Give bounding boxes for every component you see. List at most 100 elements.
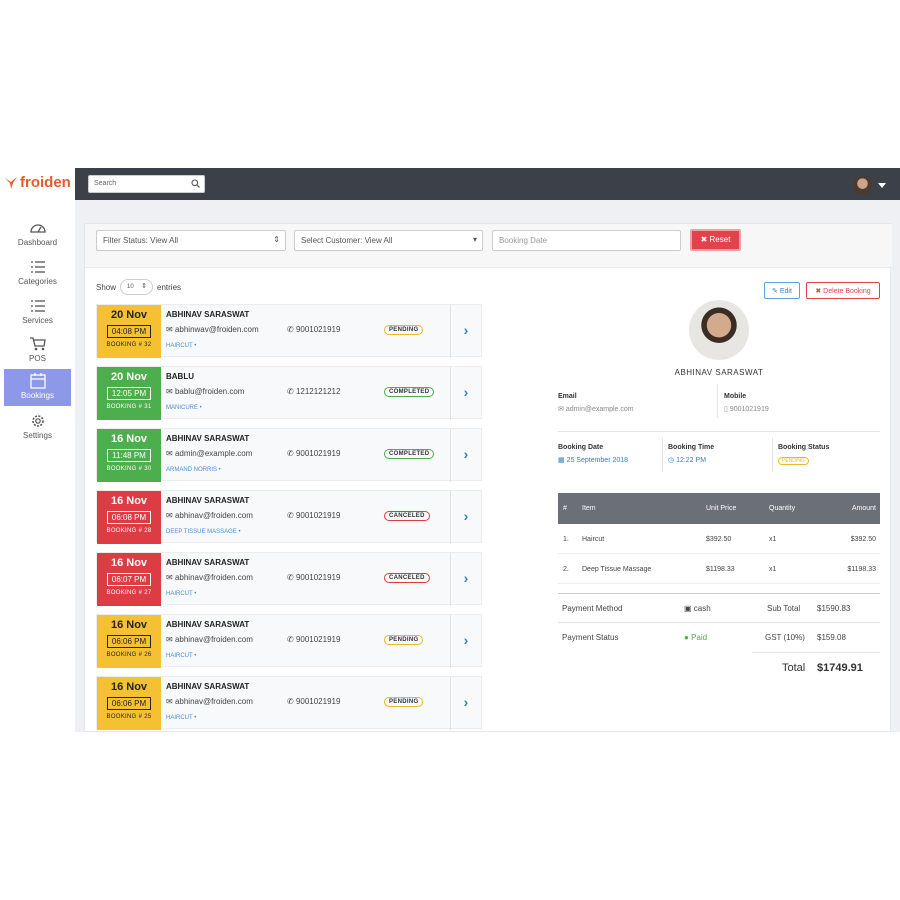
chevron-right-icon[interactable]: › bbox=[450, 553, 481, 606]
divider bbox=[662, 438, 663, 472]
divider bbox=[717, 384, 718, 418]
service-tag[interactable]: ARMAND NORRIS • bbox=[166, 467, 221, 473]
customer-filter-select[interactable]: Select Customer: View All ▾ bbox=[294, 230, 483, 251]
entries-select[interactable]: 10 ⇕ bbox=[120, 279, 154, 295]
cash-icon: ▣ bbox=[684, 604, 694, 613]
mobile-value: ▯ 9001021919 bbox=[724, 405, 769, 413]
row-qty: x1 bbox=[769, 536, 777, 543]
payment-status-value: ● Paid bbox=[684, 633, 707, 642]
table-row: 1. Haircut $392.50 x1 $392.50 bbox=[558, 524, 880, 554]
divider bbox=[772, 438, 773, 472]
email-value: ✉ admin@example.com bbox=[558, 405, 634, 413]
customer-phone: ✆ 9001021919 bbox=[287, 325, 340, 334]
search-input[interactable]: Search bbox=[88, 175, 205, 193]
envelope-icon: ✉ bbox=[558, 406, 566, 413]
booking-status-label: Booking Status bbox=[778, 444, 830, 451]
payment-method-value: ▣ cash bbox=[684, 604, 711, 613]
status-filter-select[interactable]: Filter Status: View All ⇕ bbox=[96, 230, 286, 251]
customer-name: ABHINAV SARASWAT bbox=[166, 558, 250, 567]
user-avatar[interactable] bbox=[853, 176, 872, 195]
customer-name: BABLU bbox=[166, 372, 194, 381]
row-number: 2. bbox=[563, 566, 569, 573]
email-text: admin@example.com bbox=[565, 406, 634, 413]
sidebar-item-pos[interactable]: POS bbox=[4, 332, 71, 369]
booking-date-input[interactable]: Booking Date bbox=[492, 230, 681, 251]
col-number: # bbox=[563, 505, 567, 512]
row-item: Deep Tissue Massage bbox=[582, 566, 652, 573]
customer-phone: ✆ 9001021919 bbox=[287, 511, 340, 520]
divider bbox=[558, 431, 880, 432]
service-tag[interactable]: MANICURE • bbox=[166, 405, 202, 411]
row-price: $392.50 bbox=[706, 536, 732, 543]
phone-icon: ✆ bbox=[287, 697, 296, 706]
chevron-right-icon[interactable]: › bbox=[450, 429, 481, 482]
close-icon: ✖ bbox=[700, 235, 708, 244]
service-tag[interactable]: HAIRCUT • bbox=[166, 653, 196, 659]
booking-card[interactable]: 20 Nov 12:05 PM BOOKING # 31 BABLU ✉ bablu@f… bbox=[96, 366, 482, 420]
topbar: Search bbox=[75, 168, 900, 200]
service-tag[interactable]: DEEP TISSUE MASSAGE • bbox=[166, 529, 241, 535]
phone-icon: ✆ bbox=[287, 573, 296, 582]
booking-number: BOOKING # 26 bbox=[106, 652, 152, 658]
sidebar-item-label: Settings bbox=[23, 431, 52, 440]
service-tag[interactable]: HAIRCUT • bbox=[166, 343, 196, 349]
booking-number: BOOKING # 28 bbox=[106, 528, 152, 534]
chevron-right-icon[interactable]: › bbox=[450, 367, 481, 420]
booking-time: 04:08 PM bbox=[106, 325, 152, 338]
filter-bar: Filter Status: View All ⇕ Select Custome… bbox=[85, 224, 892, 268]
service-tag[interactable]: HAIRCUT • bbox=[166, 591, 196, 597]
sidebar-item-settings[interactable]: Settings bbox=[4, 409, 71, 446]
booking-date-box: 20 Nov 04:08 PM BOOKING # 32 bbox=[97, 305, 161, 358]
booking-number: BOOKING # 30 bbox=[106, 466, 152, 472]
gst-value: $159.08 bbox=[817, 633, 846, 642]
edit-button[interactable]: ✎ Edit bbox=[764, 282, 800, 299]
status-badge: PENDING bbox=[384, 635, 424, 645]
delete-label: Delete Booking bbox=[823, 288, 871, 295]
subtotal-value: $1590.83 bbox=[817, 604, 851, 613]
booking-detail: ✎ Edit ✖ Delete Booking ABHINAV SARASWAT… bbox=[557, 268, 892, 733]
search-icon[interactable] bbox=[191, 179, 200, 188]
status-badge: COMPLETED bbox=[384, 449, 435, 459]
customer-phone-text: 9001021919 bbox=[295, 635, 341, 644]
entries-label: entries bbox=[157, 282, 182, 292]
booking-card[interactable]: 16 Nov 06:06 PM BOOKING # 26 ABHINAV SARASW… bbox=[96, 614, 482, 668]
chevron-right-icon[interactable]: › bbox=[450, 615, 481, 668]
envelope-icon: ✉ bbox=[166, 697, 175, 706]
chevron-down-icon[interactable] bbox=[878, 183, 886, 188]
divider bbox=[558, 593, 880, 594]
show-label: Show bbox=[96, 282, 117, 292]
sidebar-item-label: Bookings bbox=[21, 391, 54, 400]
customer-phone-text: 9001021919 bbox=[295, 573, 341, 582]
delete-booking-button[interactable]: ✖ Delete Booking bbox=[806, 282, 880, 299]
sidebar-item-label: POS bbox=[29, 354, 46, 363]
sidebar-item-dashboard[interactable]: Dashboard bbox=[4, 216, 71, 253]
entries-value: 10 bbox=[127, 284, 134, 290]
booking-card[interactable]: 16 Nov 06:06 PM BOOKING # 25 ABHINAV SARASW… bbox=[96, 676, 482, 730]
row-qty: x1 bbox=[769, 566, 777, 573]
row-item: Haircut bbox=[582, 536, 605, 543]
status-badge: CANCELED bbox=[384, 511, 430, 521]
booking-card[interactable]: 16 Nov 06:07 PM BOOKING # 27 ABHINAV SARASW… bbox=[96, 552, 482, 606]
chevron-right-icon[interactable]: › bbox=[450, 677, 481, 730]
sidebar-item-services[interactable]: Services bbox=[4, 294, 71, 331]
booking-card[interactable]: 16 Nov 11:48 PM BOOKING # 30 ABHINAV SARASW… bbox=[96, 428, 482, 482]
booking-card[interactable]: 16 Nov 06:08 PM BOOKING # 28 ABHINAV SARASW… bbox=[96, 490, 482, 544]
brand-logo[interactable]: froiden bbox=[4, 174, 71, 191]
service-tag[interactable]: HAIRCUT • bbox=[166, 715, 196, 721]
list-icon bbox=[30, 300, 45, 312]
divider bbox=[752, 652, 880, 653]
envelope-icon: ✉ bbox=[166, 511, 175, 520]
sidebar-item-categories[interactable]: Categories bbox=[4, 255, 71, 292]
chevron-right-icon[interactable]: › bbox=[450, 491, 481, 544]
customer-email: ✉ abhinwav@froiden.com bbox=[166, 325, 259, 334]
customer-name: ABHINAV SARASWAT bbox=[674, 368, 764, 377]
envelope-icon: ✉ bbox=[166, 635, 175, 644]
booking-card[interactable]: 20 Nov 04:08 PM BOOKING # 32 ABHINAV SARASW… bbox=[96, 304, 482, 358]
phone-icon: ✆ bbox=[287, 449, 296, 458]
booking-date-placeholder: Booking Date bbox=[499, 236, 548, 245]
booking-day: 16 Nov bbox=[110, 681, 148, 693]
reset-button[interactable]: ✖ Reset bbox=[690, 229, 741, 251]
list-icon bbox=[30, 261, 45, 273]
sidebar-item-bookings[interactable]: Bookings bbox=[4, 369, 71, 406]
chevron-right-icon[interactable]: › bbox=[450, 305, 481, 358]
